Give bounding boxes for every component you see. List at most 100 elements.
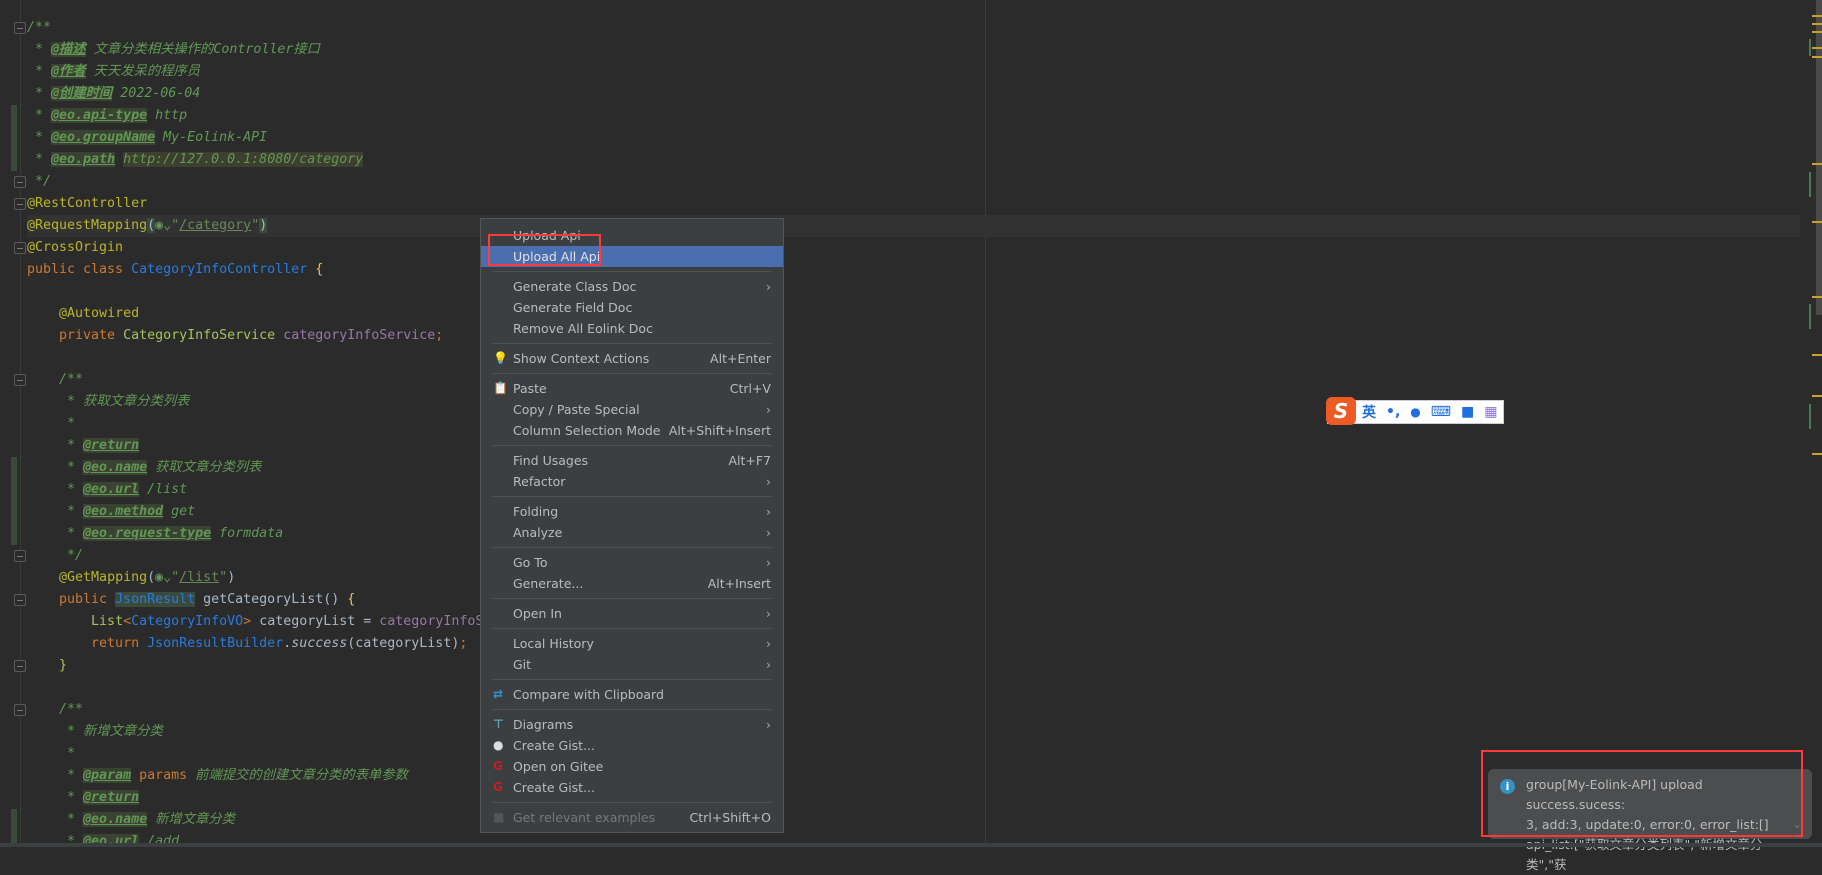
- menu-item-shortcut: Alt+Enter: [710, 351, 771, 366]
- vcs-change-marker[interactable]: [11, 809, 17, 843]
- menu-item-label: Create Gist...: [513, 738, 596, 753]
- code-token: @Autowired: [59, 306, 140, 321]
- code-token: @作者: [51, 64, 86, 79]
- scrollbar-marker[interactable]: [1812, 453, 1822, 455]
- menu-item-git[interactable]: Git ›: [481, 654, 783, 675]
- scrollbar-marker[interactable]: [1812, 15, 1822, 17]
- code-token: *: [27, 152, 52, 167]
- code-line: * @eo.path http://127.0.0.1:8080/categor…: [27, 149, 1800, 171]
- code-token: /**: [27, 372, 84, 387]
- scrollbar-marker[interactable]: [1812, 354, 1822, 356]
- scrollbar-marker[interactable]: [1812, 296, 1822, 298]
- code-line: */: [27, 545, 1800, 567]
- code-token: ;: [459, 636, 468, 651]
- fold-toggle-icon[interactable]: [14, 22, 26, 34]
- punctuation-icon[interactable]: •,: [1386, 404, 1400, 420]
- editor-scrollbar[interactable]: [1802, 0, 1822, 843]
- code-token: public class: [27, 262, 132, 277]
- code-editor[interactable]: /** * @描述 文章分类相关操作的Controller接口 * @作者 天天…: [0, 0, 1800, 843]
- menu-item-local-history[interactable]: Local History ›: [481, 633, 783, 654]
- ime-toolbar[interactable]: S 英 •, ● ⌨ ■ ▦: [1326, 397, 1504, 425]
- code-token: *: [27, 86, 52, 101]
- menu-item-label: Open on Gitee: [513, 759, 604, 774]
- fold-toggle-icon[interactable]: [14, 242, 26, 254]
- fold-toggle-icon[interactable]: [14, 176, 26, 188]
- code-line: return JsonResultBuilder.success(categor…: [27, 633, 1800, 655]
- code-token: 文章分类相关操作的Controller接口: [85, 42, 320, 57]
- menu-separator: [493, 373, 771, 374]
- code-token: >: [243, 614, 260, 629]
- menu-item-copy-paste-special[interactable]: Copy / Paste Special ›: [481, 399, 783, 420]
- code-token: * 新增文章分类: [27, 724, 163, 739]
- code-token: ◉⌄: [155, 570, 172, 585]
- vcs-change-marker[interactable]: [11, 105, 17, 171]
- menu-item-go-to[interactable]: Go To ›: [481, 552, 783, 573]
- menu-item-column-selection-mode[interactable]: Column Selection Mode Alt+Shift+Insert: [481, 420, 783, 441]
- vcs-change-marker[interactable]: [11, 457, 17, 545]
- menu-item-label: Generate Field Doc: [513, 300, 633, 315]
- code-token: *: [27, 504, 84, 519]
- menu-item-analyze[interactable]: Analyze ›: [481, 522, 783, 543]
- code-token: get: [163, 504, 196, 519]
- fold-toggle-icon[interactable]: [14, 198, 26, 210]
- menu-item-show-context-actions[interactable]: 💡 Show Context Actions Alt+Enter: [481, 348, 783, 369]
- fold-toggle-icon[interactable]: [14, 704, 26, 716]
- code-token: ◉⌄: [155, 218, 172, 233]
- menu-item-label: Compare with Clipboard: [513, 687, 664, 702]
- fold-toggle-icon[interactable]: [14, 550, 26, 562]
- menu-item-diagrams[interactable]: ⊤ Diagrams ›: [481, 714, 783, 735]
- menu-item-find-usages[interactable]: Find Usages Alt+F7: [481, 450, 783, 471]
- scrollbar-marker[interactable]: [1812, 395, 1822, 397]
- code-line: public class CategoryInfoController {: [27, 259, 1800, 281]
- gitee-icon: G: [493, 780, 503, 794]
- keyboard-icon[interactable]: ⌨: [1431, 404, 1451, 420]
- menu-item-label: Paste: [513, 381, 547, 396]
- apps-icon[interactable]: ▦: [1484, 404, 1497, 420]
- menu-item-generate-field-doc[interactable]: Generate Field Doc: [481, 297, 783, 318]
- menu-item-remove-all-eolink-doc[interactable]: Remove All Eolink Doc: [481, 318, 783, 339]
- fold-toggle-icon[interactable]: [14, 374, 26, 386]
- menu-item-open-in[interactable]: Open In ›: [481, 603, 783, 624]
- scrollbar-marker[interactable]: [1812, 221, 1822, 223]
- menu-item-folding[interactable]: Folding ›: [481, 501, 783, 522]
- menu-item-create-gist[interactable]: G Create Gist...: [481, 777, 783, 798]
- menu-item-label: Column Selection Mode: [513, 423, 661, 438]
- code-token: @CrossOrigin: [27, 240, 124, 255]
- code-token: .: [283, 636, 292, 651]
- code-token: ": [171, 570, 180, 585]
- code-token: getCategoryList(): [195, 592, 348, 607]
- code-token: http: [147, 108, 188, 123]
- scrollbar-marker[interactable]: [1812, 31, 1822, 33]
- menu-item-generate[interactable]: Generate... Alt+Insert: [481, 573, 783, 594]
- menu-item-open-on-gitee[interactable]: G Open on Gitee: [481, 756, 783, 777]
- scrollbar-marker[interactable]: [1812, 56, 1822, 58]
- scrollbar-marker[interactable]: [1812, 47, 1822, 49]
- sogou-logo-icon: S: [1326, 397, 1356, 425]
- code-token: /**: [27, 702, 84, 717]
- ime-language-toggle[interactable]: 英: [1362, 402, 1376, 422]
- code-line: * @return: [27, 435, 1800, 457]
- menu-item-refactor[interactable]: Refactor ›: [481, 471, 783, 492]
- code-token: ": [219, 570, 228, 585]
- code-token: ": [171, 218, 180, 233]
- github-icon: ●: [493, 738, 504, 752]
- scrollbar-marker[interactable]: [1812, 23, 1822, 25]
- code-token: JsonResult: [115, 592, 196, 607]
- code-token: {: [347, 592, 356, 607]
- code-token: *: [27, 746, 76, 761]
- status-bar: [0, 843, 1822, 847]
- code-token: ): [259, 218, 268, 233]
- microphone-icon[interactable]: ●: [1410, 405, 1420, 419]
- fold-toggle-icon[interactable]: [14, 660, 26, 672]
- menu-item-paste[interactable]: 📋 Paste Ctrl+V: [481, 378, 783, 399]
- menu-item-create-gist[interactable]: ● Create Gist...: [481, 735, 783, 756]
- fold-toggle-icon[interactable]: [14, 594, 26, 606]
- code-token: CategoryInfoService: [123, 328, 284, 343]
- code-line: * @eo.groupName My-Eolink-API: [27, 127, 1800, 149]
- menu-item-generate-class-doc[interactable]: Generate Class Doc ›: [481, 276, 783, 297]
- scrollbar-marker[interactable]: [1812, 163, 1822, 165]
- menu-item-compare-with-clipboard[interactable]: ⇄ Compare with Clipboard: [481, 684, 783, 705]
- skin-icon[interactable]: ■: [1461, 404, 1474, 420]
- code-token: *: [27, 834, 84, 843]
- code-token: CategoryInfoController: [131, 262, 316, 277]
